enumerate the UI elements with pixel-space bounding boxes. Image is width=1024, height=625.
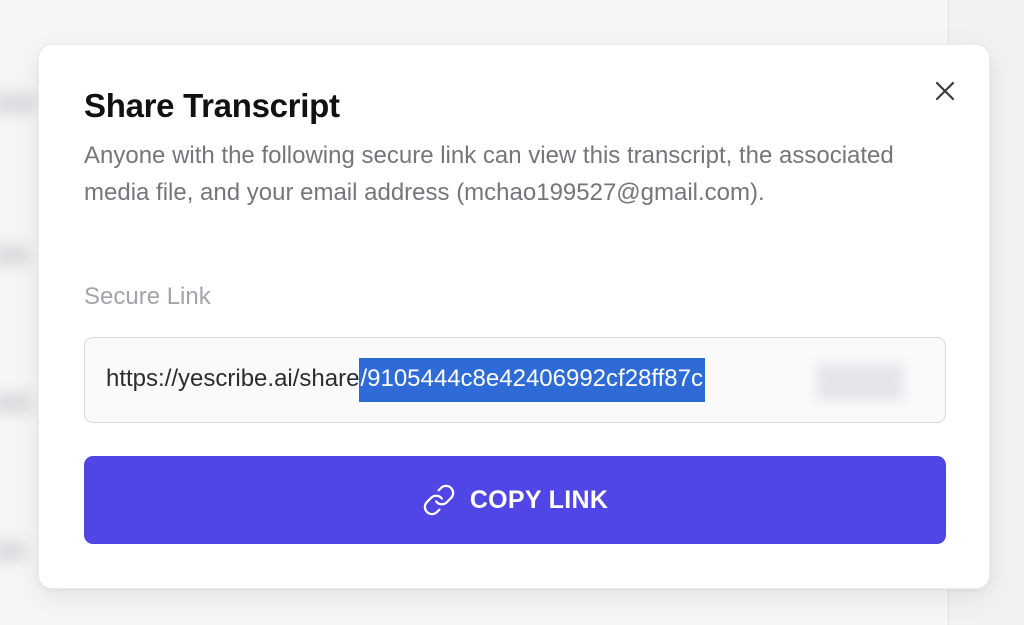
secure-link-selected-text: /9105444c8e42406992cf28ff87c <box>359 358 705 402</box>
secure-link-text[interactable]: https://yescribe.ai/share/9105444c8e4240… <box>106 358 705 402</box>
copy-link-label: COPY LINK <box>469 485 609 514</box>
copy-link-button[interactable]: COPY LINK <box>84 456 946 544</box>
dialog-title: Share Transcript <box>84 87 340 124</box>
link-icon <box>422 483 456 517</box>
secure-link-label: Secure Link <box>84 283 211 310</box>
background-blurred-text <box>0 92 36 114</box>
dialog-description: Anyone with the following secure link ca… <box>84 142 894 206</box>
secure-link-field[interactable]: https://yescribe.ai/share/9105444c8e4240… <box>84 337 946 423</box>
share-transcript-dialog: Share Transcript Anyone with the followi… <box>38 44 990 589</box>
background-blurred-text <box>0 540 26 562</box>
close-icon <box>934 80 956 102</box>
close-button[interactable] <box>931 77 959 105</box>
background-blurred-text <box>0 244 30 266</box>
background-blurred-text <box>0 392 32 414</box>
redacted-link-portion <box>817 364 903 400</box>
secure-link-prefix: https://yescribe.ai/share <box>106 365 360 392</box>
